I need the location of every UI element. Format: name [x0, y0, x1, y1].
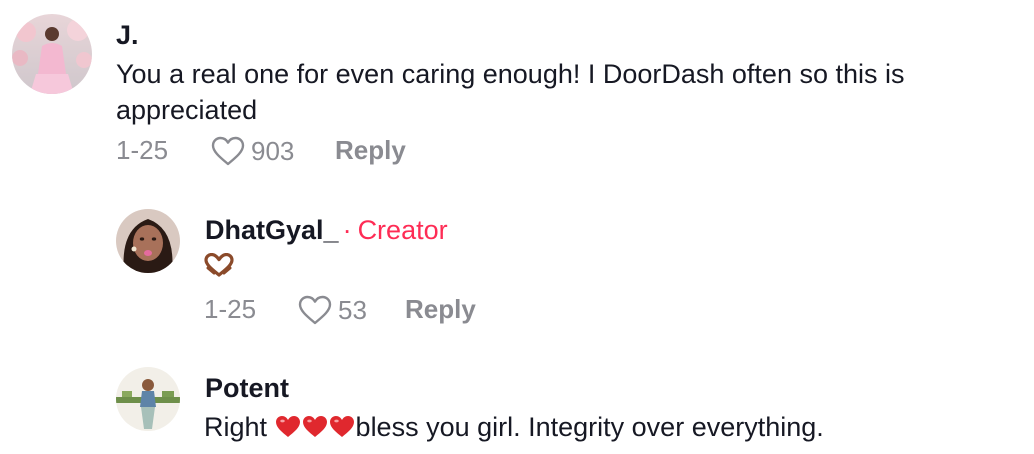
like-count: 53 [338, 295, 367, 325]
red-heart-icon [302, 416, 327, 437]
like-count: 903 [251, 136, 295, 166]
comment-text-suffix: bless you girl. Integrity over everythin… [355, 412, 824, 442]
reply-button[interactable]: Reply [335, 134, 406, 166]
avatar[interactable] [116, 367, 180, 431]
username[interactable]: DhatGyal_ [205, 215, 339, 245]
avatar[interactable] [116, 209, 180, 273]
like-button[interactable]: 53 [298, 294, 367, 326]
comment-item: J. You a real one for even caring enough… [0, 0, 1034, 180]
username[interactable]: J. [116, 19, 139, 51]
avatar[interactable] [12, 14, 92, 94]
comment-text-line: You a real one for even caring enough! I… [116, 59, 905, 89]
avatar-image [116, 367, 180, 431]
comment-text-prefix: Right [204, 412, 275, 442]
heart-hands-icon [204, 252, 234, 277]
heart-outline-icon [298, 295, 332, 325]
username-row: DhatGyal_ · Creator [205, 214, 448, 246]
creator-separator: · [342, 215, 352, 245]
comment-text [204, 252, 234, 282]
like-button[interactable]: 903 [211, 135, 294, 167]
username[interactable]: Potent [205, 372, 289, 404]
avatar-image [116, 209, 180, 273]
reply-item: DhatGyal_ · Creator 1-25 53 Reply [0, 190, 1034, 340]
comment-date: 1-25 [116, 135, 169, 165]
red-heart-icon [329, 416, 354, 437]
comment-text-line: appreciated [116, 95, 258, 125]
heart-outline-icon [211, 136, 245, 166]
creator-badge: Creator [357, 215, 448, 245]
comment-date: 1-25 [204, 294, 257, 324]
comment-text: Right bless you girl. Integrity over eve… [204, 409, 824, 445]
reply-button[interactable]: Reply [405, 293, 476, 325]
avatar-image [12, 14, 92, 94]
reply-item: Potent Right bless you girl. Integrity o… [0, 350, 1034, 454]
red-heart-icon [275, 416, 300, 437]
